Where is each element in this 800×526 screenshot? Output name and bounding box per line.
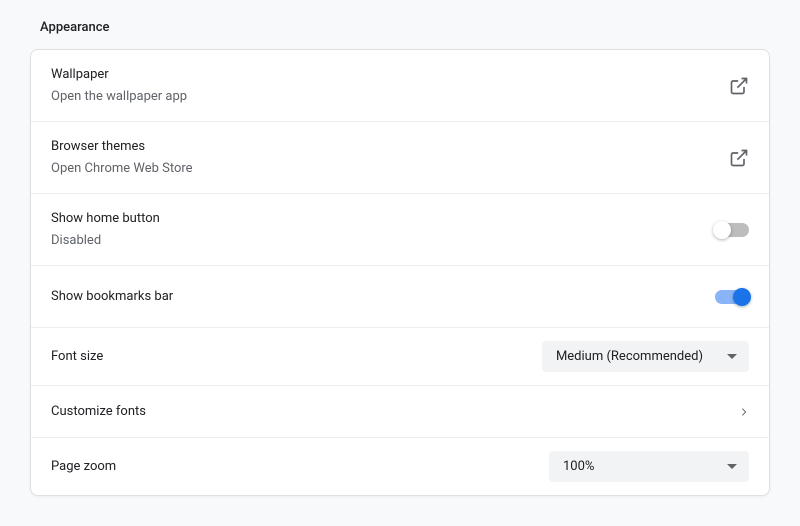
browser-themes-row[interactable]: Browser themes Open Chrome Web Store [31,122,769,194]
page-zoom-title: Page zoom [51,457,549,477]
show-home-button-toggle[interactable] [715,223,749,237]
font-size-value: Medium (Recommended) [556,349,703,364]
font-size-row: Font size Medium (Recommended) [31,328,769,386]
customize-fonts-row[interactable]: Customize fonts [31,386,769,438]
show-bookmarks-bar-title: Show bookmarks bar [51,287,715,307]
browser-themes-subtitle: Open Chrome Web Store [51,159,729,179]
show-bookmarks-bar-row: Show bookmarks bar [31,266,769,328]
browser-themes-title: Browser themes [51,137,729,157]
appearance-card: Wallpaper Open the wallpaper app Browser… [30,49,770,496]
show-home-button-title: Show home button [51,209,715,229]
show-bookmarks-bar-toggle[interactable] [715,290,749,304]
font-size-select[interactable]: Medium (Recommended) [542,341,749,372]
wallpaper-row[interactable]: Wallpaper Open the wallpaper app [31,50,769,122]
wallpaper-title: Wallpaper [51,65,729,85]
font-size-title: Font size [51,347,542,367]
show-home-button-row: Show home button Disabled [31,194,769,266]
section-title: Appearance [40,20,770,35]
caret-down-icon [727,464,737,469]
caret-down-icon [727,354,737,359]
customize-fonts-title: Customize fonts [51,402,741,422]
page-zoom-value: 100% [563,459,594,474]
open-external-icon [729,76,749,96]
page-zoom-row: Page zoom 100% [31,438,769,495]
page-zoom-select[interactable]: 100% [549,451,749,482]
chevron-right-icon [741,408,749,416]
open-external-icon [729,148,749,168]
show-home-button-subtitle: Disabled [51,231,715,251]
wallpaper-subtitle: Open the wallpaper app [51,87,729,107]
